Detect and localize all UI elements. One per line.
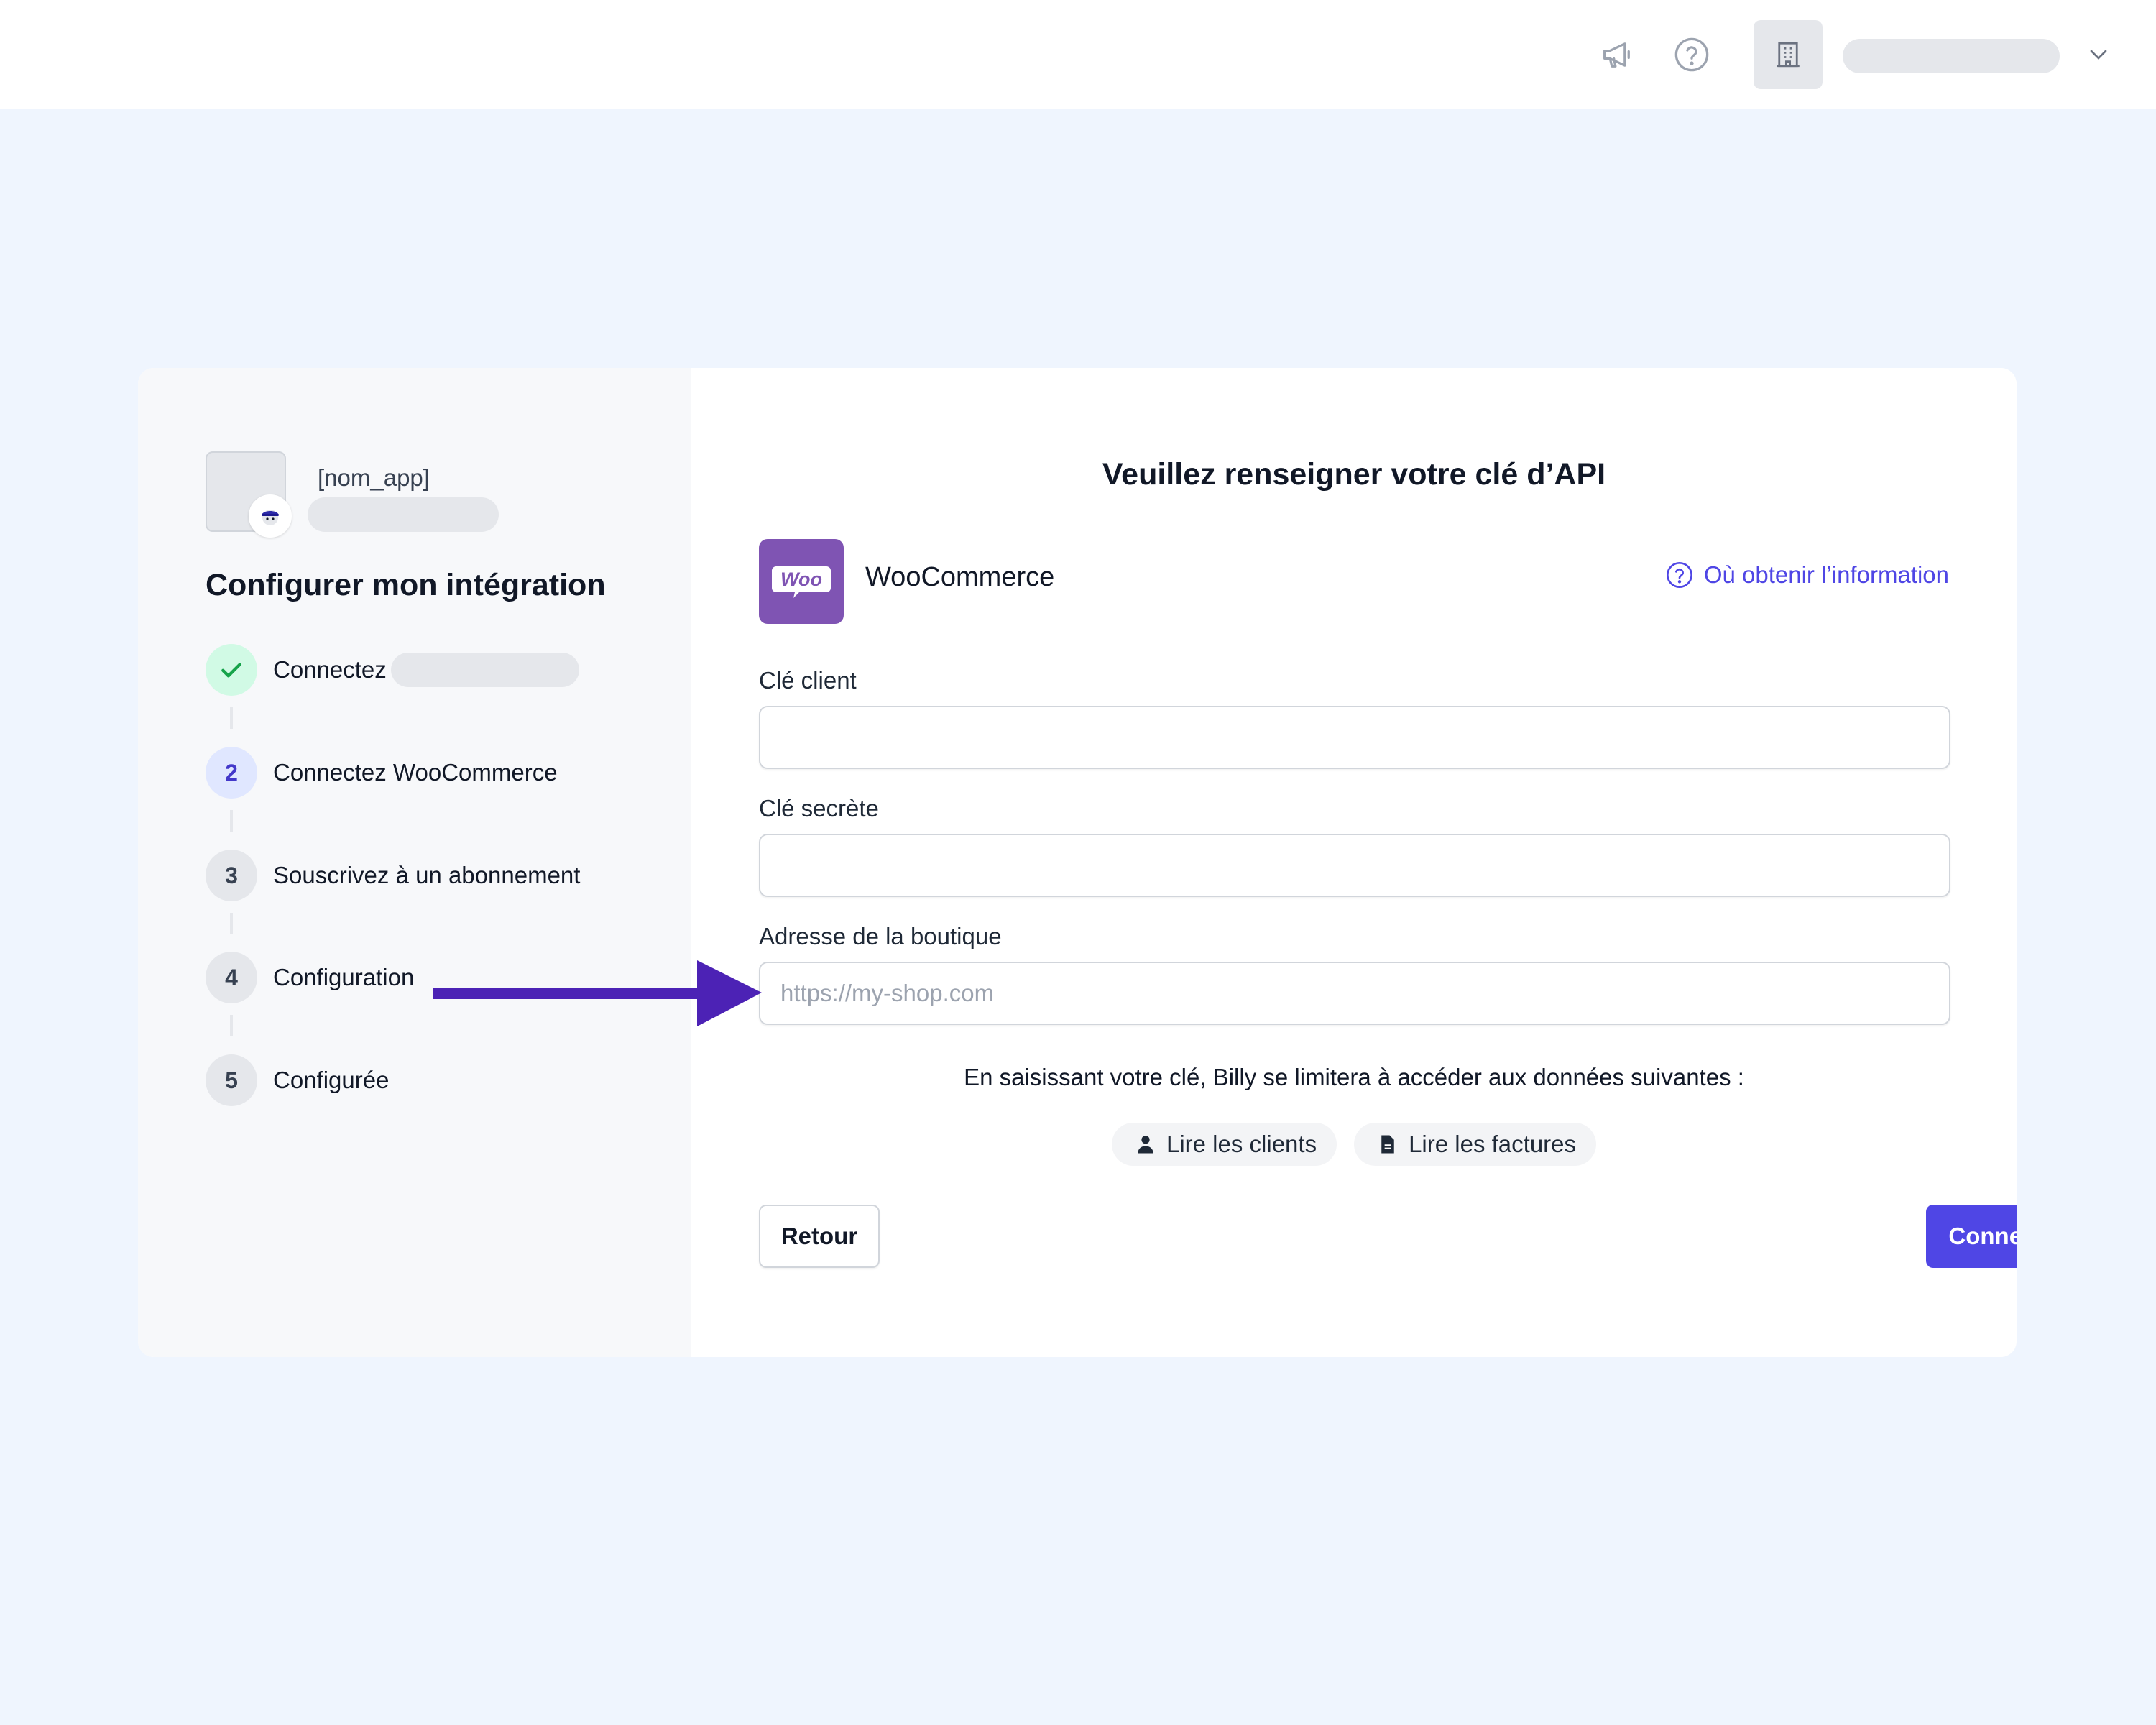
- step-label: Souscrivez à un abonnement: [273, 862, 581, 888]
- check-icon: [206, 644, 257, 696]
- user-name-placeholder[interactable]: [1843, 39, 2060, 73]
- provider-name: WooCommerce: [865, 562, 1055, 592]
- step-2: 2 Connectez WooCommerce: [206, 747, 680, 799]
- step-label: Connectez WooCommerce: [273, 759, 558, 786]
- step-connector: [230, 913, 233, 934]
- step-label: Configuration: [273, 964, 415, 990]
- top-bar: [0, 0, 2156, 109]
- woocommerce-logo: Woo: [759, 539, 844, 624]
- step-connector: [230, 707, 233, 729]
- client-key-label: Clé client: [759, 667, 857, 694]
- step-connector: [230, 810, 233, 832]
- shop-address-input[interactable]: [759, 962, 1950, 1025]
- document-icon: [1381, 1135, 1394, 1154]
- permission-chip: Lire les factures: [1354, 1123, 1597, 1166]
- step-number: 2: [206, 747, 257, 799]
- connect-button[interactable]: Connecter: [1926, 1205, 2017, 1268]
- billy-avatar-icon: [249, 494, 292, 538]
- step-number: 4: [206, 952, 257, 1003]
- client-key-input[interactable]: [759, 706, 1950, 769]
- step-label: Connectez: [273, 656, 387, 683]
- permission-chip: Lire les clients: [1111, 1123, 1337, 1166]
- svg-text:Woo: Woo: [780, 569, 822, 590]
- permission-label: Lire les factures: [1409, 1131, 1577, 1157]
- shop-address-label: Adresse de la boutique: [759, 923, 1002, 949]
- help-link-label: Où obtenir l’information: [1703, 561, 1949, 588]
- building-icon: [1777, 42, 1800, 68]
- step-number: 3: [206, 850, 257, 901]
- help-circle-icon: [1666, 562, 1692, 588]
- step-4: 4 Configuration: [206, 952, 680, 1003]
- where-to-find-info-link[interactable]: Où obtenir l’information: [1665, 561, 1949, 589]
- chevron-down-icon[interactable]: [2084, 40, 2113, 69]
- help-circle-icon[interactable]: [1669, 32, 1715, 78]
- step-3: 3 Souscrivez à un abonnement: [206, 850, 680, 901]
- step-5: 5 Configurée: [206, 1054, 680, 1106]
- step-label-placeholder: [390, 653, 579, 687]
- back-button[interactable]: Retour: [759, 1205, 880, 1268]
- integration-sidebar: [nom_app] Configurer mon intégration Con…: [138, 368, 691, 1357]
- form-title: Veuillez renseigner votre clé d’API: [1102, 457, 1606, 492]
- sidebar-title: Configurer mon intégration: [206, 568, 606, 602]
- integration-card: [nom_app] Configurer mon intégration Con…: [138, 368, 2017, 1357]
- data-access-notice: En saisissant votre clé, Billy se limite…: [964, 1064, 1744, 1090]
- user-icon: [1138, 1136, 1153, 1154]
- step-number: 5: [206, 1054, 257, 1106]
- secret-key-input[interactable]: [759, 834, 1950, 897]
- step-label: Configurée: [273, 1067, 390, 1093]
- secret-key-label: Clé secrète: [759, 795, 879, 822]
- step-1: Connectez: [206, 644, 680, 696]
- company-switcher-button[interactable]: [1754, 20, 1823, 89]
- megaphone-icon[interactable]: [1594, 32, 1640, 78]
- step-connector: [230, 1015, 233, 1036]
- permission-label: Lire les clients: [1166, 1131, 1317, 1157]
- permissions-list: Lire les clients Lire les factures: [691, 1123, 2017, 1166]
- app-name: [nom_app]: [318, 464, 430, 491]
- app-subtitle-placeholder: [308, 497, 499, 532]
- api-key-form: Veuillez renseigner votre clé d’API Woo …: [691, 368, 2017, 1357]
